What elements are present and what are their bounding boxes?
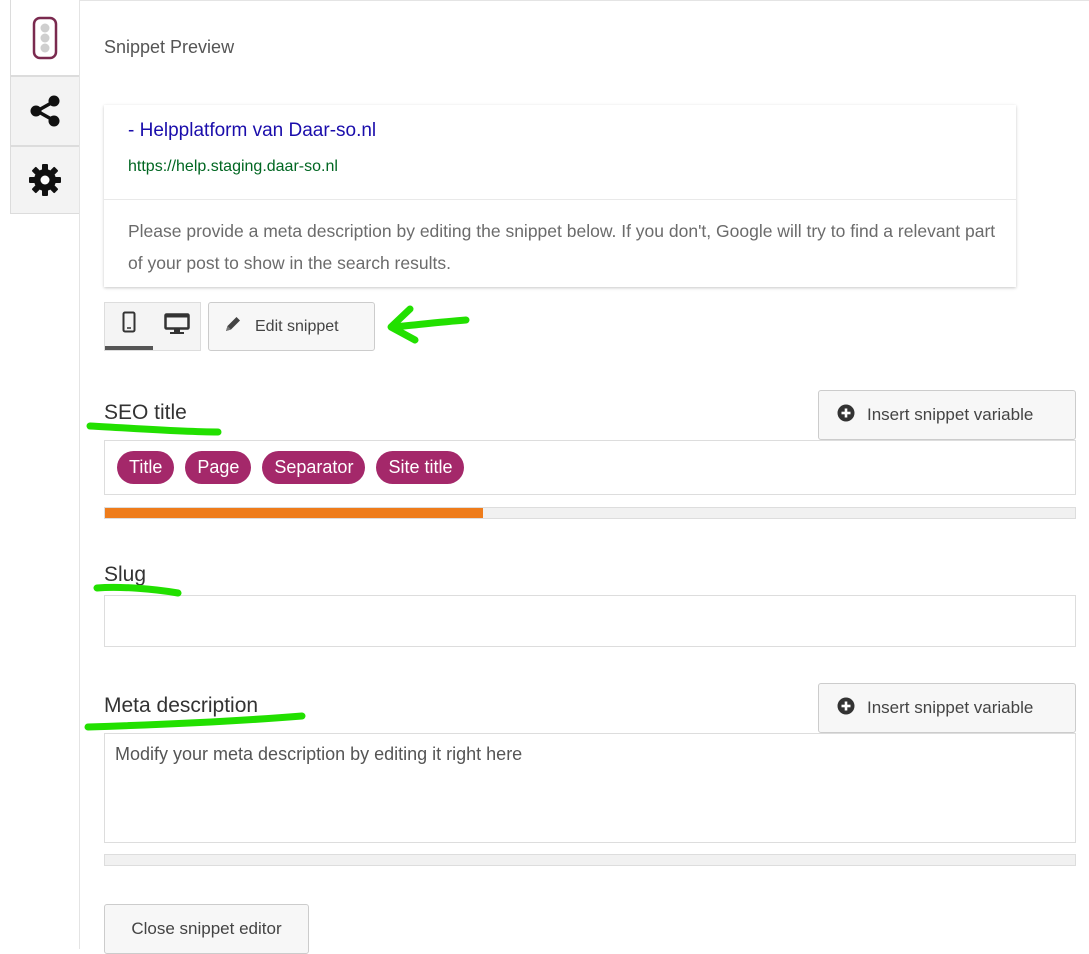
annotation-arrow [387,305,470,344]
annotation-underline-seo-title [86,422,222,436]
seo-title-insert-variable-button[interactable]: Insert snippet variable [818,390,1076,440]
tab-seo[interactable] [10,0,79,76]
plus-circle-icon [837,697,867,720]
preview-divider [104,199,1016,200]
seo-title-variables: Title Page Separator Site title [105,441,1075,484]
plus-circle-icon [837,404,867,427]
meta-description-placeholder: Modify your meta description by editing … [115,744,523,764]
desktop-icon [164,313,190,340]
seo-title-progress-fill [105,508,484,518]
seo-title-label: SEO title [104,401,187,424]
seo-title-progress-bar [104,507,1076,519]
snippet-preview-heading: Snippet Preview [104,37,235,57]
mobile-icon [122,311,136,338]
google-preview-card[interactable]: - Helpplatform van Daar-so.nl https://he… [104,105,1016,287]
mobile-preview-button[interactable] [105,303,153,350]
annotation-underline-slug [93,583,182,597]
slug-label: Slug [104,563,147,586]
gear-icon [28,163,62,197]
pencil-icon [223,314,255,339]
tab-advanced[interactable] [10,146,79,214]
tab-social[interactable] [10,76,79,146]
variable-pill-separator[interactable]: Separator [262,451,366,484]
tabs-divider [79,0,80,949]
meta-description-insert-variable-button[interactable]: Insert snippet variable [818,683,1076,733]
share-icon [28,94,62,128]
variable-pill-site-title[interactable]: Site title [376,451,465,484]
panel-top-border [80,0,1089,1]
edit-snippet-label: Edit snippet [255,317,339,335]
preview-url[interactable]: https://help.staging.daar-so.nl [128,158,338,176]
slug-input[interactable] [104,595,1076,647]
variable-pill-title[interactable]: Title [117,451,175,484]
metabox-tabs [0,0,80,949]
insert-variable-label: Insert snippet variable [867,698,1034,717]
preview-description[interactable]: Please provide a meta description by edi… [128,215,998,279]
meta-description-progress-bar [104,854,1076,866]
traffic-light-icon [31,16,59,60]
close-snippet-editor-button[interactable]: Close snippet editor [104,904,309,954]
insert-variable-label: Insert snippet variable [867,405,1034,424]
seo-title-input[interactable]: Title Page Separator Site title [104,440,1076,495]
preview-mode-toggle [104,302,201,351]
meta-description-textarea[interactable]: Modify your meta description by editing … [104,733,1076,843]
meta-description-label: Meta description [104,694,259,717]
desktop-preview-button[interactable] [153,303,201,350]
preview-title[interactable]: - Helpplatform van Daar-so.nl [128,120,376,142]
variable-pill-page[interactable]: Page [185,451,252,484]
edit-snippet-button[interactable]: Edit snippet [208,302,375,351]
